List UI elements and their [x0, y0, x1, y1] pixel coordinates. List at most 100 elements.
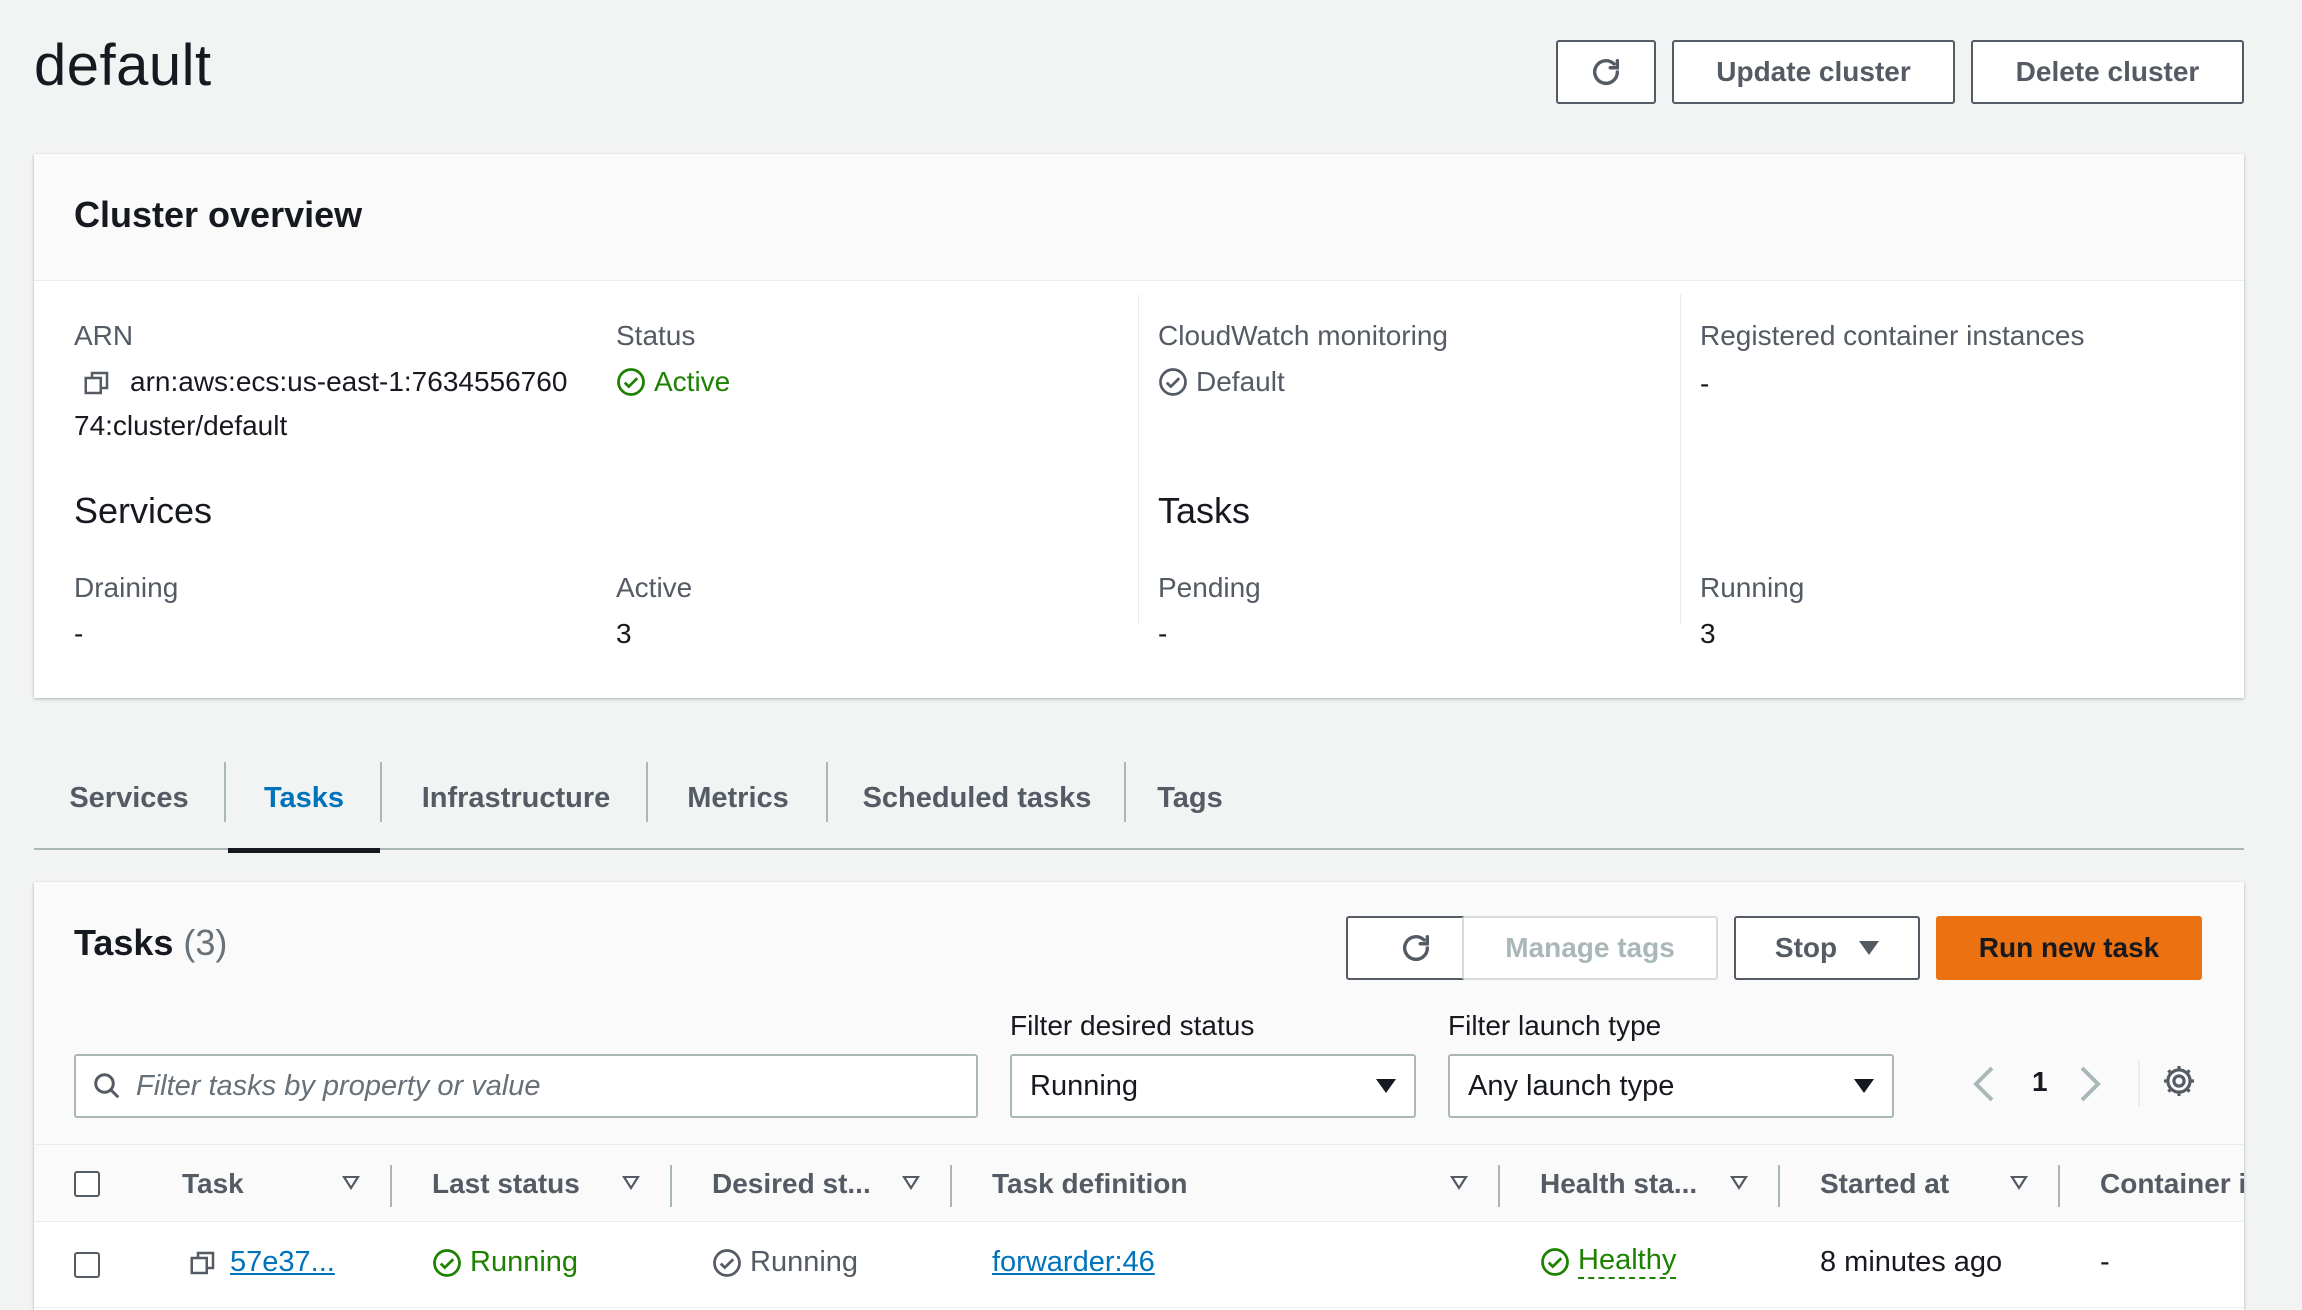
sort-icon[interactable] [1730, 1176, 1748, 1190]
filter-status-value: Running [1030, 1069, 1139, 1102]
health-status-cell: Healthy [1540, 1244, 1677, 1279]
copy-arn-icon[interactable] [82, 368, 112, 398]
table-row: 57e37... Running Running forwarder:46 He… [34, 1222, 2244, 1308]
copy-icon[interactable] [188, 1248, 218, 1278]
running-tasks-label: Running [1700, 572, 1805, 603]
tab-divider [1124, 762, 1126, 822]
tasks-count: (3) [183, 922, 228, 963]
select-all-checkbox[interactable] [74, 1171, 100, 1197]
stop-button[interactable]: Stop [1734, 916, 1920, 980]
cluster-overview-header: Cluster overview [34, 154, 2244, 281]
filter-launch-label: Filter launch type [1448, 1010, 1662, 1041]
page-number[interactable]: 1 [2032, 1066, 2048, 1098]
settings-gear-icon[interactable] [2160, 1062, 2198, 1100]
last-status-text: Running [470, 1246, 579, 1278]
column-divider[interactable] [950, 1165, 952, 1207]
column-header-desired-status[interactable]: Desired st... [712, 1145, 902, 1223]
column-divider[interactable] [1778, 1165, 1780, 1207]
tab-tags[interactable]: Tags [1128, 746, 1252, 850]
search-placeholder: Filter tasks by property or value [136, 1069, 541, 1102]
column-divider[interactable] [1498, 1165, 1500, 1207]
check-circle-icon [1541, 1247, 1569, 1276]
sort-icon[interactable] [342, 1176, 360, 1190]
tab-tasks[interactable]: Tasks [228, 746, 380, 853]
task-definition-cell: forwarder:46 [992, 1246, 1155, 1279]
sort-icon[interactable] [902, 1176, 920, 1190]
column-header-task-definition[interactable]: Task definition [992, 1145, 1292, 1223]
column-header-last-status[interactable]: Last status [432, 1145, 612, 1223]
row-checkbox[interactable] [74, 1252, 100, 1278]
check-circle-icon [617, 368, 645, 396]
refresh-icon [1592, 58, 1620, 85]
sort-icon[interactable] [1450, 1176, 1468, 1190]
health-status-text[interactable]: Healthy [1578, 1244, 1677, 1279]
cluster-overview-title: Cluster overview [74, 194, 363, 235]
desired-status-text: Running [750, 1246, 859, 1278]
filter-status-label: Filter desired status [1010, 1010, 1255, 1041]
cloudwatch-label: CloudWatch monitoring [1158, 320, 1448, 351]
active-services-label: Active [616, 572, 693, 603]
tab-services[interactable]: Services [44, 746, 214, 850]
arn-value-line1: arn:aws:ecs:us-east-1:7634556760 [130, 366, 568, 397]
tab-divider [224, 762, 226, 822]
tab-metrics[interactable]: Metrics [650, 746, 826, 850]
column-header-container-instance[interactable]: Container i [2100, 1145, 2244, 1223]
check-circle-icon [713, 1248, 741, 1277]
draining-label: Draining [74, 572, 179, 603]
tab-divider [646, 762, 648, 822]
column-divider[interactable] [670, 1165, 672, 1207]
pending-tasks-label: Pending [1158, 572, 1261, 603]
manage-tags-button[interactable]: Manage tags [1462, 916, 1718, 980]
tab-infrastructure[interactable]: Infrastructure [386, 746, 646, 850]
draining-value: - [74, 618, 84, 649]
filter-launch-value: Any launch type [1468, 1069, 1675, 1102]
desired-status-cell: Running [712, 1246, 858, 1279]
tab-divider [380, 762, 382, 822]
column-divider [1138, 294, 1139, 624]
task-definition-link[interactable]: forwarder:46 [992, 1246, 1155, 1279]
sort-icon[interactable] [2010, 1176, 2028, 1190]
cluster-overview-card: Cluster overview ARN arn:aws:ecs:us-east… [34, 154, 2244, 698]
column-header-started-at[interactable]: Started at [1820, 1145, 2000, 1223]
next-page-icon[interactable] [2074, 1064, 2104, 1104]
tasks-panel-title: Tasks (3) [74, 922, 227, 964]
filter-status-select[interactable]: Running [1010, 1054, 1416, 1118]
arn-label: ARN [74, 320, 134, 351]
tab-divider [826, 762, 828, 822]
update-cluster-button[interactable]: Update cluster [1672, 40, 1955, 104]
search-icon [94, 1073, 120, 1099]
delete-cluster-button[interactable]: Delete cluster [1971, 40, 2244, 104]
sort-icon[interactable] [622, 1176, 640, 1190]
filter-launch-select[interactable]: Any launch type [1448, 1054, 1894, 1118]
arn-value-line2: 74:cluster/default [74, 410, 288, 441]
previous-page-icon[interactable] [1970, 1064, 2000, 1104]
tasks-panel: Tasks (3) Manage tags Stop Run new task … [34, 882, 2244, 1310]
registered-instances-value: - [1700, 368, 1710, 399]
registered-instances-label: Registered container instances [1700, 320, 2085, 351]
column-divider[interactable] [390, 1165, 392, 1207]
cluster-status: Active [616, 366, 730, 398]
caret-down-icon [1376, 1079, 1396, 1093]
refresh-cluster-button[interactable] [1556, 40, 1656, 104]
column-divider[interactable] [2058, 1165, 2060, 1207]
divider [2138, 1060, 2140, 1106]
started-at-cell: 8 minutes ago [1820, 1246, 2003, 1278]
search-input[interactable]: Filter tasks by property or value [74, 1054, 978, 1118]
check-circle-icon [433, 1248, 461, 1277]
check-circle-icon [1159, 368, 1187, 396]
caret-down-icon [1859, 941, 1880, 955]
column-header-task[interactable]: Task [182, 1145, 332, 1223]
table-header: Task Last status Desired st... Task defi… [34, 1144, 2244, 1222]
pending-tasks-value: - [1158, 618, 1168, 649]
tab-scheduled-tasks[interactable]: Scheduled tasks [830, 746, 1124, 850]
run-new-task-button[interactable]: Run new task [1936, 916, 2202, 980]
task-id-link[interactable]: 57e37... [230, 1246, 335, 1279]
caret-down-icon [1854, 1079, 1874, 1093]
refresh-icon [1402, 934, 1430, 961]
last-status-cell: Running [432, 1246, 578, 1279]
column-divider [1680, 294, 1681, 624]
tasks-title-text: Tasks [74, 922, 174, 963]
column-header-health-status[interactable]: Health sta... [1540, 1145, 1730, 1223]
tasks-table: Task Last status Desired st... Task defi… [34, 1144, 2244, 1310]
cluster-status-text: Active [654, 366, 731, 397]
